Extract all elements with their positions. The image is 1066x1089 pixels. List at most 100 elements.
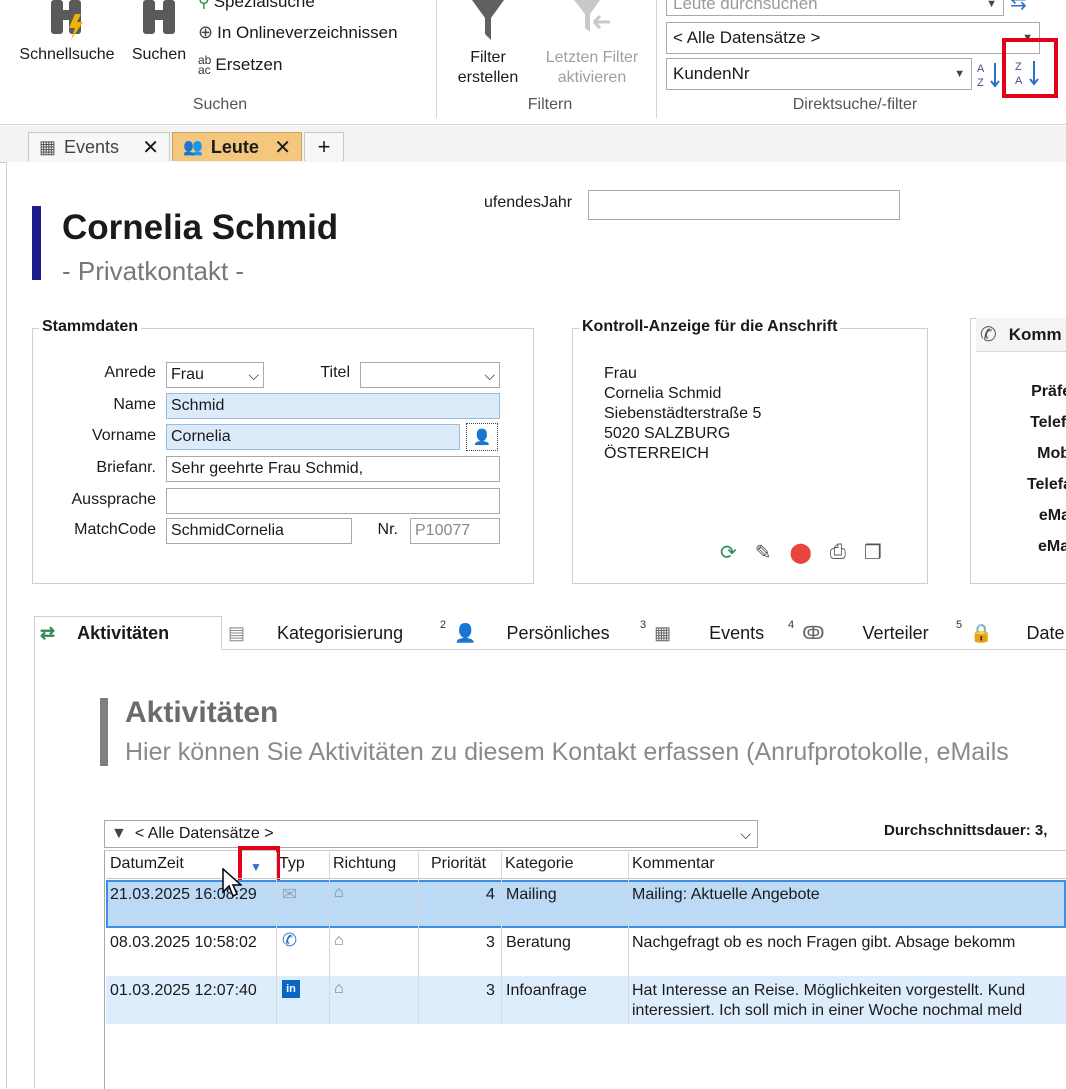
salutation-select[interactable]: Frau ⌵ bbox=[166, 362, 264, 388]
lasso-icon: ↂ bbox=[802, 622, 825, 643]
chevron-down-icon: ⌵ bbox=[484, 366, 495, 383]
chevron-down-icon: ⌵ bbox=[740, 825, 751, 842]
activities-filter-value: < Alle Datensätze > bbox=[134, 825, 274, 842]
exchange-arrows-icon: ⇄ bbox=[40, 622, 56, 643]
contact-card-button[interactable]: 👤 bbox=[466, 423, 498, 451]
matchcode-field[interactable]: SchmidCornelia bbox=[166, 518, 352, 544]
column-header-comment[interactable]: Kommentar bbox=[632, 855, 715, 873]
search-button[interactable]: Suchen bbox=[126, 0, 192, 64]
table-row[interactable]: 21.03.2025 16:08:29 ✉ ⌂ 4 Mailing Mailin… bbox=[106, 880, 1066, 928]
sort-field-value: KundenNr bbox=[673, 64, 750, 83]
title-select[interactable]: ⌵ bbox=[360, 362, 500, 388]
pronunciation-label: Aussprache bbox=[71, 491, 157, 508]
table-row[interactable]: 01.03.2025 12:07:40 in ⌂ 3 Infoanfrage H… bbox=[106, 976, 1066, 1024]
pencil-icon[interactable]: ✎ bbox=[755, 540, 772, 565]
refresh-icon[interactable]: ⟳ bbox=[720, 540, 737, 565]
contact-name: Cornelia Schmid bbox=[62, 208, 339, 247]
search-people-input[interactable]: Leute durchsuchen ▼ bbox=[666, 0, 1004, 16]
column-separator bbox=[628, 852, 629, 1024]
mobile-label: Mob bbox=[1037, 445, 1066, 462]
map-pin-icon[interactable]: ⬤ bbox=[790, 540, 812, 565]
people-icon: 👥 bbox=[183, 139, 203, 156]
cell-priority: 3 bbox=[486, 934, 495, 951]
svg-text:A: A bbox=[977, 63, 985, 75]
tab-personal[interactable]: 2 👤 Persönliches bbox=[440, 617, 610, 649]
cell-category: Beratung bbox=[506, 934, 571, 951]
sort-ascending-button[interactable]: A Z bbox=[976, 60, 1002, 90]
firstname-label: Vorname bbox=[91, 427, 156, 444]
year-label: ufendesJahr bbox=[484, 194, 573, 211]
sort-field-select[interactable]: KundenNr ▼ bbox=[666, 58, 972, 90]
tab-activities[interactable]: ⇄ Aktivitäten bbox=[40, 617, 169, 649]
mouse-cursor-icon bbox=[222, 868, 242, 898]
tab-categorization[interactable]: ▤ Kategorisierung bbox=[228, 617, 403, 649]
funnel-icon bbox=[472, 0, 504, 40]
tab-leute-label: Leute bbox=[210, 136, 259, 157]
cell-comment: Hat Interesse an Reise. Möglichkeiten vo… bbox=[632, 982, 1026, 999]
contact-type: - Privatkontakt - bbox=[62, 256, 245, 286]
column-header-type[interactable]: Typ bbox=[279, 855, 305, 873]
pronunciation-field[interactable] bbox=[166, 488, 500, 514]
search-label: Suchen bbox=[131, 46, 187, 63]
activities-filter-select[interactable]: ▼ < Alle Datensätze > ⌵ bbox=[104, 820, 758, 848]
cell-priority: 3 bbox=[486, 982, 495, 999]
number-label: Nr. bbox=[377, 521, 398, 538]
contact-card-icon: 👤 bbox=[472, 429, 492, 446]
new-tab-button[interactable]: + bbox=[304, 132, 344, 161]
group-separator bbox=[656, 0, 657, 118]
tab-personal-label: Persönliches bbox=[506, 622, 610, 643]
column-header-category[interactable]: Kategorie bbox=[505, 855, 574, 873]
tab-events-section[interactable]: 3 ▦ Events bbox=[640, 617, 764, 649]
activities-title: Aktivitäten bbox=[125, 696, 279, 729]
number-field: P10077 bbox=[410, 518, 500, 544]
tab-distribution-label: Verteiler bbox=[862, 622, 929, 643]
group-label-search: Suchen bbox=[192, 96, 248, 113]
document-tabs: ▦ Events ✕ 👥 Leute ✕ + bbox=[0, 126, 1066, 163]
record-filter-value: < Alle Datensätze > bbox=[673, 28, 821, 47]
sort-descending-button[interactable]: Z A bbox=[1014, 58, 1042, 88]
column-separator bbox=[418, 852, 419, 1024]
copy-icon[interactable]: ❐ bbox=[864, 540, 882, 565]
accent-bar bbox=[32, 206, 41, 280]
email2-label: eMail bbox=[1037, 538, 1066, 555]
lastname-label: Name bbox=[113, 396, 156, 413]
tab-number: 4 bbox=[788, 619, 795, 631]
close-icon[interactable]: ✕ bbox=[142, 135, 159, 160]
column-header-datetime[interactable]: DatumZeit bbox=[110, 855, 184, 873]
chevron-down-icon: ▼ bbox=[954, 68, 965, 80]
section-accent-bar bbox=[100, 698, 108, 766]
last-filter-button[interactable]: Letzten Filter aktivieren bbox=[536, 0, 648, 88]
record-filter-select[interactable]: < Alle Datensätze > ▼ bbox=[666, 22, 1040, 54]
lastname-field[interactable]: Schmid bbox=[166, 393, 500, 419]
firstname-field[interactable]: Cornelia bbox=[166, 424, 460, 450]
average-duration: Durchschnittsdauer: 3, bbox=[884, 822, 1048, 839]
ribbon: Schnellsuche Suchen ⚲ Spezialsuche ⊕ In … bbox=[0, 0, 1066, 125]
replace-button[interactable]: ab ac Ersetzen bbox=[198, 54, 283, 76]
tab-data[interactable]: 5 🔒 Date bbox=[956, 617, 1065, 649]
letter-salutation-field[interactable]: Sehr geehrte Frau Schmid, bbox=[166, 456, 500, 482]
tab-events[interactable]: ▦ Events ✕ bbox=[28, 132, 170, 161]
direction-icon: ⌂ bbox=[334, 980, 344, 997]
close-icon[interactable]: ✕ bbox=[274, 135, 291, 160]
funnel-icon: ▼ bbox=[111, 825, 127, 842]
online-directories-button[interactable]: ⊕ In Onlineverzeichnissen bbox=[198, 22, 398, 43]
column-header-priority[interactable]: Priorität bbox=[431, 855, 486, 873]
grid-header-line bbox=[106, 878, 1066, 879]
sort-za-icon: Z A bbox=[1015, 61, 1039, 87]
tab-categorization-label: Kategorisierung bbox=[277, 622, 404, 643]
group-label-direct: Direktsuche/-filter bbox=[792, 96, 918, 113]
column-filter-dropdown-icon[interactable]: ▼ bbox=[250, 860, 262, 874]
table-row[interactable]: 08.03.2025 10:58:02 ✆ ⌂ 3 Beratung Nachg… bbox=[106, 928, 1066, 976]
special-search-button[interactable]: ⚲ Spezialsuche bbox=[198, 0, 315, 12]
replace-label: Ersetzen bbox=[215, 55, 283, 74]
tab-distribution[interactable]: 4 ↂ Verteiler bbox=[788, 617, 929, 649]
year-field[interactable] bbox=[588, 190, 900, 220]
search-go-icon[interactable]: ⇆ bbox=[1010, 0, 1027, 15]
master-data-legend: Stammdaten bbox=[39, 318, 142, 336]
tab-leute[interactable]: 👥 Leute ✕ bbox=[172, 132, 302, 161]
column-header-direction[interactable]: Richtung bbox=[333, 855, 396, 873]
print-icon[interactable]: ⎙ bbox=[830, 541, 846, 564]
quick-search-button[interactable]: Schnellsuche bbox=[12, 0, 122, 64]
address-preview-legend: Kontroll-Anzeige für die Anschrift bbox=[579, 318, 841, 336]
create-filter-button[interactable]: Filter erstellen bbox=[440, 0, 536, 88]
